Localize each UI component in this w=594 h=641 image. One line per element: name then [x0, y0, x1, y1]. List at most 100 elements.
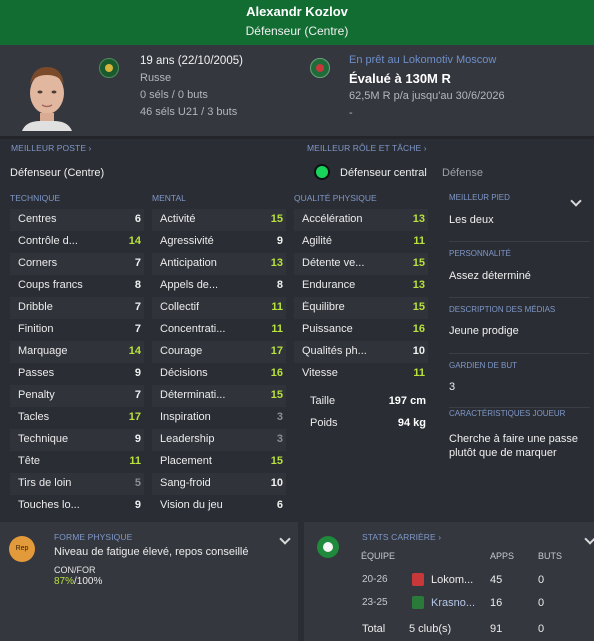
career-team[interactable]: Krasno...: [431, 597, 475, 609]
attribute-value: 6: [276, 499, 283, 511]
personality-title: PERSONNALITÉ: [449, 249, 511, 258]
player-wage: 62,5M R p/a jusqu'au 30/6/2026: [349, 90, 505, 102]
media-description-value: Jeune prodige: [449, 325, 519, 337]
technical-attribute-row[interactable]: Technique 9: [10, 429, 144, 451]
technical-attribute-row[interactable]: Finition 7: [10, 319, 144, 341]
mental-attribute-row[interactable]: Sang-froid 10: [152, 473, 286, 495]
technical-title: TECHNIQUE: [10, 193, 61, 203]
attribute-label: Endurance: [302, 279, 356, 291]
international-caps: 0 séls / 0 buts: [140, 89, 208, 101]
mental-attribute-row[interactable]: Agressivité 9: [152, 231, 286, 253]
career-total-label: Total: [362, 623, 386, 635]
technical-attribute-row[interactable]: Corners 7: [10, 253, 144, 275]
technical-attribute-row[interactable]: Tête 11: [10, 451, 144, 473]
attribute-value: 14: [128, 345, 141, 357]
attribute-value: 15: [270, 455, 283, 467]
technical-attribute-row[interactable]: Marquage 14: [10, 341, 144, 363]
chevron-down-icon[interactable]: [584, 533, 594, 545]
technical-attribute-row[interactable]: Penalty 7: [10, 385, 144, 407]
technical-attribute-row[interactable]: Centres 6: [10, 209, 144, 231]
divider: [449, 241, 590, 242]
mental-attribute-row[interactable]: Déterminati... 15: [152, 385, 286, 407]
career-stats-title[interactable]: STATS CARRIÈRE ›: [362, 532, 441, 542]
best-role-panel[interactable]: MEILLEUR RÔLE ET TÂCHE › Défenseur centr…: [303, 139, 594, 185]
technical-attribute-row[interactable]: Dribble 7: [10, 297, 144, 319]
physical-attribute-row[interactable]: Détente ve... 15: [294, 253, 428, 275]
attribute-value: 6: [134, 213, 141, 225]
career-season: 23-25: [362, 597, 388, 608]
attribute-label: Touches lo...: [18, 499, 80, 511]
mental-attribute-row[interactable]: Vision du jeu 6: [152, 495, 286, 517]
best-position-panel[interactable]: MEILLEUR POSTE › Défenseur (Centre): [0, 139, 300, 185]
attribute-value: 17: [270, 345, 283, 357]
physical-attribute-row[interactable]: Endurance 13: [294, 275, 428, 297]
attribute-label: Tacles: [18, 411, 50, 423]
attribute-label: Penalty: [18, 389, 55, 401]
mental-attribute-row[interactable]: Leadership 3: [152, 429, 286, 451]
career-team[interactable]: Lokom...: [431, 574, 473, 586]
mental-attribute-row[interactable]: Courage 17: [152, 341, 286, 363]
career-season: 20-26: [362, 574, 388, 585]
mental-attribute-row[interactable]: Collectif 11: [152, 297, 286, 319]
divider: [449, 407, 590, 408]
attribute-label: Passes: [18, 367, 55, 379]
preferred-foot-title: MEILLEUR PIED: [449, 193, 510, 202]
chevron-down-icon[interactable]: [570, 195, 582, 207]
attribute-value: 7: [134, 257, 141, 269]
player-value: Évalué à 130M R: [349, 71, 451, 86]
physical-attribute-row[interactable]: Accélération 13: [294, 209, 428, 231]
nationality[interactable]: Russe: [140, 72, 171, 84]
player-photo: [22, 67, 72, 131]
club-crest-icon[interactable]: [310, 58, 330, 78]
mental-attribute-row[interactable]: Activité 15: [152, 209, 286, 231]
attribute-label: Décisions: [160, 367, 208, 379]
technical-attribute-row[interactable]: Touches lo... 9: [10, 495, 144, 517]
physical-attribute-row[interactable]: Qualités ph... 10: [294, 341, 428, 363]
career-total-apps: 91: [490, 623, 503, 635]
player-position: Défenseur (Centre): [245, 24, 349, 38]
attribute-label: Marquage: [18, 345, 68, 357]
physical-attribute-row[interactable]: Puissance 16: [294, 319, 428, 341]
physical-measurements: Taille 197 cm Poids 94 kg: [302, 394, 430, 438]
nation-flag-icon[interactable]: [99, 58, 119, 78]
best-position-value: Défenseur (Centre): [10, 167, 105, 179]
technical-attribute-row[interactable]: Tirs de loin 5: [10, 473, 144, 495]
best-position-title[interactable]: MEILLEUR POSTE ›: [11, 143, 92, 153]
mental-attribute-row[interactable]: Inspiration 3: [152, 407, 286, 429]
attribute-value: 17: [128, 411, 141, 423]
mental-attribute-row[interactable]: Décisions 16: [152, 363, 286, 385]
player-info-panel: 19 ans (22/10/2005) Russe 0 séls / 0 but…: [0, 45, 594, 136]
mental-attribute-row[interactable]: Anticipation 13: [152, 253, 286, 275]
mental-attribute-row[interactable]: Appels de... 8: [152, 275, 286, 297]
technical-attribute-row[interactable]: Passes 9: [10, 363, 144, 385]
divider: [449, 353, 590, 354]
physical-attribute-row[interactable]: Agilité 11: [294, 231, 428, 253]
role-status-icon: [314, 164, 330, 180]
technical-attribute-row[interactable]: Coups francs 8: [10, 275, 144, 297]
fitness-title: FORME PHYSIQUE: [54, 532, 133, 542]
best-role-title[interactable]: MEILLEUR RÔLE ET TÂCHE ›: [307, 143, 427, 153]
career-apps: 45: [490, 574, 503, 586]
chevron-down-icon[interactable]: [279, 533, 291, 545]
attribute-label: Activité: [160, 213, 196, 225]
attribute-value: 9: [134, 499, 141, 511]
attribute-value: 11: [129, 455, 141, 467]
mental-attribute-row[interactable]: Placement 15: [152, 451, 286, 473]
physical-attribute-row[interactable]: Vitesse 11: [294, 363, 428, 385]
attribute-label: Collectif: [160, 301, 200, 313]
technical-attribute-row[interactable]: Contrôle d... 14: [10, 231, 144, 253]
physical-attribute-row[interactable]: Équilibre 15: [294, 297, 428, 319]
loan-club-link[interactable]: En prêt au Lokomotiv Moscow: [349, 54, 496, 66]
attribute-label: Qualités ph...: [302, 345, 367, 357]
attribute-label: Dribble: [18, 301, 53, 313]
goalkeeper-title: GARDIEN DE BUT: [449, 361, 518, 370]
attribute-value: 7: [134, 323, 141, 335]
attribute-label: Détente ve...: [302, 257, 365, 269]
career-total-clubs: 5 club(s): [409, 623, 452, 635]
attribute-value: 15: [270, 389, 283, 401]
condition-label: CON/FOR: [54, 565, 96, 575]
technical-attribute-row[interactable]: Tacles 17: [10, 407, 144, 429]
divider: [449, 297, 590, 298]
mental-attribute-row[interactable]: Concentrati... 11: [152, 319, 286, 341]
attribute-label: Coups francs: [18, 279, 83, 291]
